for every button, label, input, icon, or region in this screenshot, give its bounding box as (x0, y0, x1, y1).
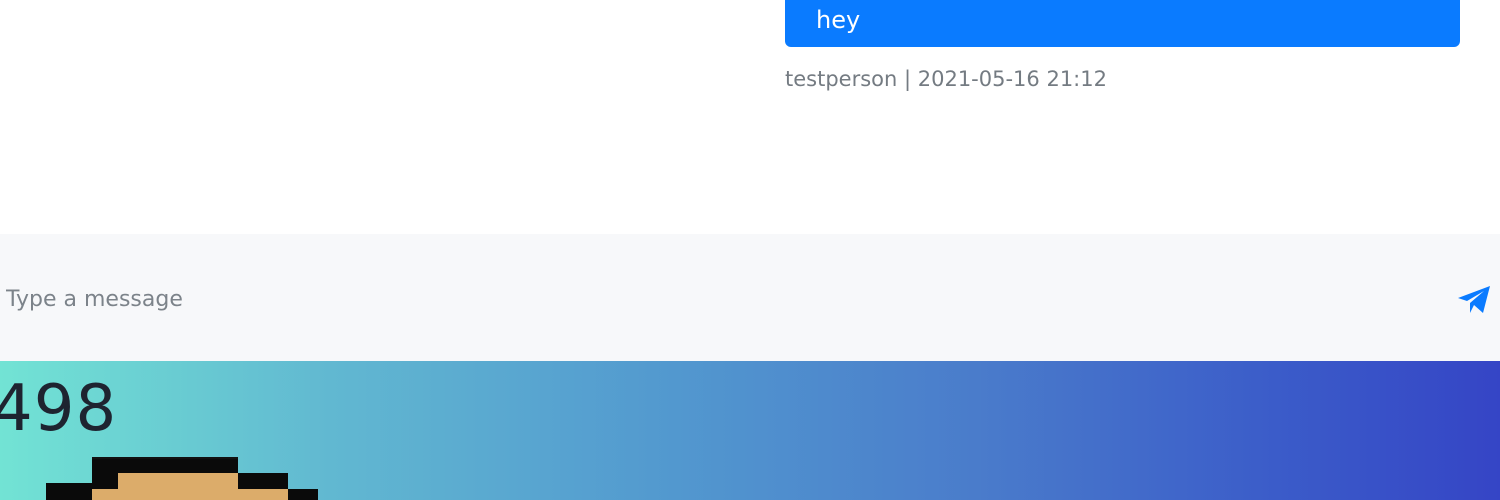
profile-card: 498 (0, 361, 1500, 500)
message-composer (0, 234, 1500, 361)
message-input[interactable] (6, 280, 1426, 318)
outgoing-message-bubble: hey (785, 0, 1460, 47)
score-value: 498 (0, 372, 118, 446)
paper-plane-icon (1458, 286, 1490, 313)
message-text: hey (816, 6, 861, 34)
chat-page: hey testperson | 2021-05-16 21:12 498 (0, 0, 1500, 500)
send-button[interactable] (1454, 282, 1494, 318)
message-thread: hey testperson | 2021-05-16 21:12 (0, 0, 1500, 234)
message-meta: testperson | 2021-05-16 21:12 (785, 67, 1107, 91)
pixel-avatar-icon (46, 457, 318, 500)
